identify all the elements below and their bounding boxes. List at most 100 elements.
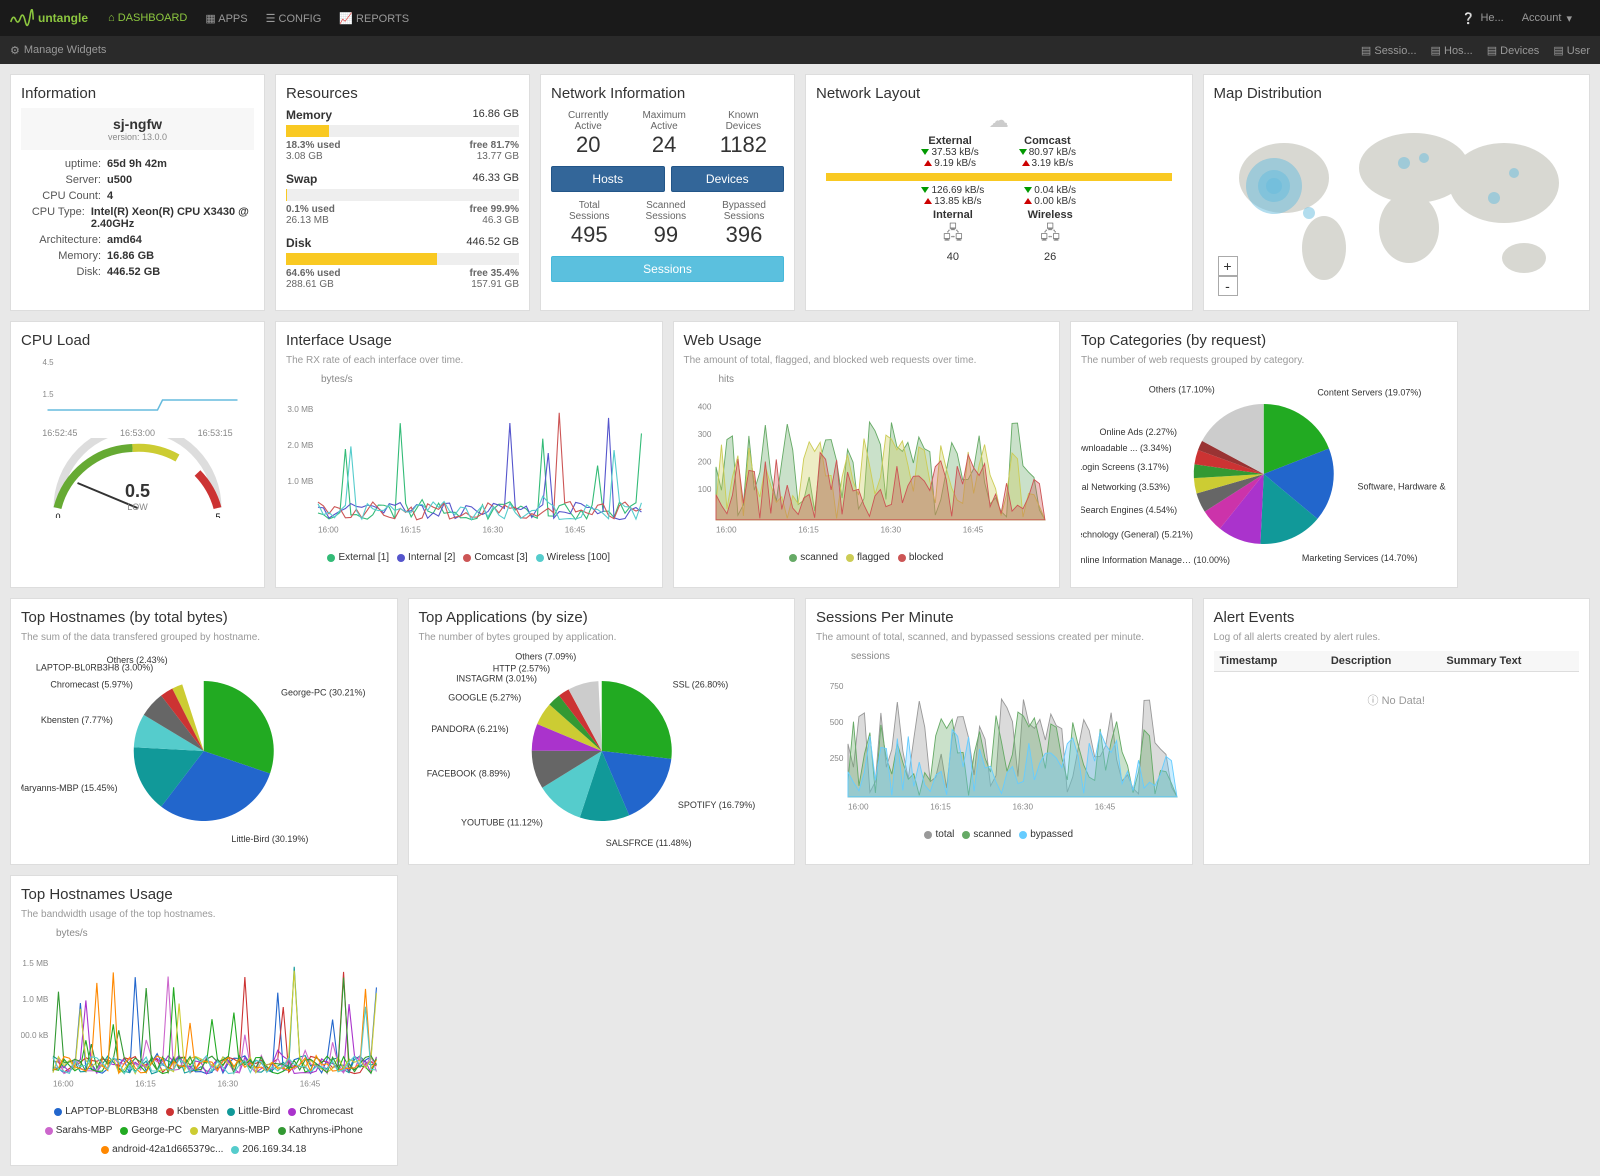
nav-reports[interactable]: 📈 REPORTS [339, 12, 409, 25]
svg-text:16:15: 16:15 [135, 1080, 156, 1089]
panel-top-categories: Top Categories (by request) The number o… [1070, 321, 1458, 588]
svg-text:16:30: 16:30 [482, 526, 503, 535]
legend-item[interactable]: flagged [846, 552, 890, 563]
legend-item[interactable]: Kathryns-iPhone [278, 1125, 363, 1136]
svg-text:Technology (General) (5.21%): Technology (General) (5.21%) [1081, 529, 1193, 539]
legend-item[interactable]: Chromecast [288, 1106, 353, 1117]
svg-text:16:00: 16:00 [318, 526, 339, 535]
panel-sub: Log of all alerts created by alert rules… [1214, 632, 1580, 643]
manage-widgets[interactable]: ⚙ Manage Widgets [10, 44, 106, 57]
hostname: sj-ngfw [113, 116, 162, 132]
svg-text:16:30: 16:30 [1012, 803, 1033, 812]
svg-text:16:30: 16:30 [217, 1080, 238, 1089]
svg-text:200: 200 [697, 458, 711, 467]
legend-item[interactable]: 206.169.34.18 [231, 1144, 306, 1155]
svg-text:3.0 MB: 3.0 MB [287, 405, 314, 414]
svg-text:1.5: 1.5 [43, 390, 55, 399]
devices-button[interactable]: Devices [671, 166, 785, 192]
svg-text:16:45: 16:45 [1095, 803, 1116, 812]
panel-web-usage: Web Usage The amount of total, flagged, … [673, 321, 1061, 588]
map-zoom-in[interactable]: + [1218, 256, 1238, 276]
resource-memory: Memory16.86 GB 18.3% used3.08 GBfree 81.… [286, 108, 519, 162]
legend-item[interactable]: LAPTOP-BL0RB3H8 [54, 1106, 158, 1117]
svg-text:100: 100 [697, 485, 711, 494]
netinfo-stat: ScannedSessions99 [646, 200, 687, 248]
svg-text:Marketing Services (14.70%): Marketing Services (14.70%) [1302, 553, 1418, 563]
svg-text:Online Information Manage… (10: Online Information Manage… (10.00%) [1081, 555, 1230, 565]
legend-item[interactable]: scanned [962, 829, 1011, 840]
legend-item[interactable]: total [924, 829, 954, 840]
svg-text:5: 5 [216, 512, 221, 518]
legend-item[interactable]: bypassed [1019, 829, 1073, 840]
legend-item[interactable]: Little-Bird [227, 1106, 280, 1117]
legend-item[interactable]: android-42a1d665379c... [101, 1144, 223, 1155]
svg-text:1.5 MB: 1.5 MB [22, 959, 49, 968]
legend-item[interactable]: Wireless [100] [536, 552, 610, 563]
svg-text:Streaming & Downloadable ... (: Streaming & Downloadable ... (3.34%) [1081, 443, 1172, 453]
subbar-Hos...[interactable]: ▤ Hos... [1431, 44, 1473, 57]
panel-hostnames-usage: Top Hostnames Usage The bandwidth usage … [10, 875, 398, 1166]
svg-text:16:15: 16:15 [400, 526, 421, 535]
svg-text:SSL (26.80%): SSL (26.80%) [672, 680, 728, 690]
panel-alert-events: Alert Events Log of all alerts created b… [1203, 598, 1591, 865]
account-menu[interactable]: Account ▾ [1522, 12, 1572, 25]
svg-text:500.0 kB: 500.0 kB [21, 1031, 49, 1040]
topbar: untangle ⌂ DASHBOARD ▦ APPS ☰ CONFIG 📈 REPO… [0, 0, 1600, 36]
svg-text:YOUTUBE (11.12%): YOUTUBE (11.12%) [461, 818, 543, 828]
cpu-spark: 4.5 1.5 [21, 355, 254, 425]
svg-text:Maryanns-MBP (15.45%): Maryanns-MBP (15.45%) [21, 783, 117, 793]
layout-bar [826, 173, 1172, 181]
legend-item[interactable]: External [1] [327, 552, 389, 563]
subbar-User[interactable]: ▤ User [1553, 44, 1590, 57]
netinfo-stat: KnownDevices1182 [720, 110, 767, 158]
svg-text:FACEBOOK (8.89%): FACEBOOK (8.89%) [426, 769, 510, 779]
subbar: ⚙ Manage Widgets ▤ Sessio... ▤ Hos... ▤ De… [0, 36, 1600, 64]
info-row: uptime:65d 9h 42m [21, 156, 254, 172]
legend-item[interactable]: Internal [2] [397, 552, 455, 563]
panel-cpu-load: CPU Load 4.5 1.5 16:52:4516:53:0016:53:1… [10, 321, 265, 588]
subbar-Sessio...[interactable]: ▤ Sessio... [1361, 44, 1417, 57]
panel-sub: The number of web requests grouped by ca… [1081, 355, 1447, 366]
panel-title: Top Hostnames (by total bytes) [21, 609, 387, 626]
svg-text:GOOGLE (5.27%): GOOGLE (5.27%) [448, 692, 521, 702]
panel-title: Interface Usage [286, 332, 652, 349]
resource-disk: Disk446.52 GB 64.6% used288.61 GBfree 35… [286, 236, 519, 290]
legend-item[interactable]: Sarahs-MBP [45, 1125, 113, 1136]
hosts-button[interactable]: Hosts [551, 166, 665, 192]
info-row: Architecture:amd64 [21, 232, 254, 248]
panel-interface-usage: Interface Usage The RX rate of each inte… [275, 321, 663, 588]
legend-item[interactable]: scanned [789, 552, 838, 563]
info-row: Server:u500 [21, 172, 254, 188]
nav-dashboard[interactable]: ⌂ DASHBOARD [108, 12, 187, 24]
layout-iface: Comcast80.97 kB/s3.19 kB/s [1019, 133, 1076, 169]
legend-item[interactable]: George-PC [120, 1125, 182, 1136]
panel-resources: Resources Memory16.86 GB 18.3% used3.08 … [275, 74, 530, 311]
map-zoom-out[interactable]: - [1218, 276, 1238, 296]
svg-text:300: 300 [697, 430, 711, 439]
panel-title: Top Categories (by request) [1081, 332, 1447, 349]
legend-item[interactable]: blocked [898, 552, 943, 563]
legend-item[interactable]: Maryanns-MBP [190, 1125, 270, 1136]
nav-config[interactable]: ☰ CONFIG [266, 12, 322, 25]
panel-title: Top Applications (by size) [419, 609, 785, 626]
pie-chart: SSL (26.80%)SPOTIFY (16.79%)SALSFRCE (11… [419, 651, 785, 851]
subbar-Devices[interactable]: ▤ Devices [1487, 44, 1540, 57]
no-data: ⓘ No Data! [1214, 672, 1580, 728]
netinfo-stat: TotalSessions495 [569, 200, 610, 248]
svg-text:16:30: 16:30 [880, 526, 901, 535]
sessions-button[interactable]: Sessions [551, 256, 784, 282]
legend-item[interactable]: Comcast [3] [463, 552, 527, 563]
help-menu[interactable]: ❔ He... [1462, 12, 1504, 25]
panel-sub: The amount of total, scanned, and bypass… [816, 632, 1182, 643]
panel-top-hostnames: Top Hostnames (by total bytes) The sum o… [10, 598, 398, 865]
svg-text:16:00: 16:00 [848, 803, 869, 812]
legend-item[interactable]: Kbensten [166, 1106, 219, 1117]
svg-text:4.5: 4.5 [43, 358, 55, 367]
svg-text:Little-Bird (30.19%): Little-Bird (30.19%) [231, 834, 308, 844]
brand-logo: untangle [10, 9, 88, 27]
info-row: CPU Type:Intel(R) Xeon(R) CPU X3430 @ 2.… [21, 204, 254, 232]
svg-text:Software, Hardware & Elec... (: Software, Hardware & Elec... (17.00%) [1358, 481, 1447, 491]
svg-text:16:00: 16:00 [715, 526, 736, 535]
nav-apps[interactable]: ▦ APPS [205, 12, 247, 25]
panel-title: Top Hostnames Usage [21, 886, 387, 903]
